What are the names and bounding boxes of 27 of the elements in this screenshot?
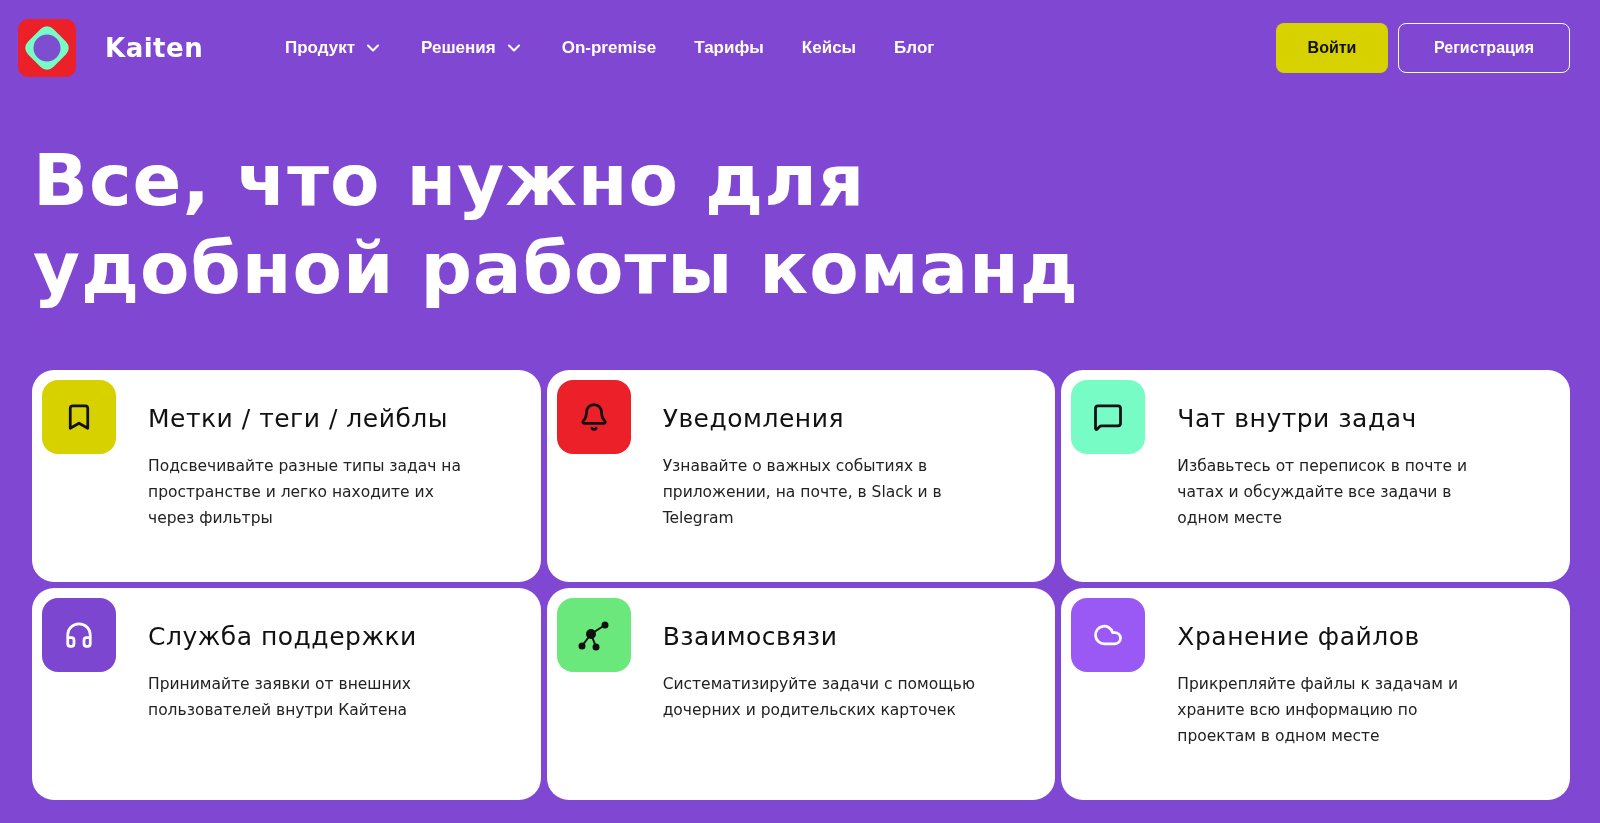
feature-description: Избавьтесь от переписок в почте и чатах и обсуждайте все задачи в одном месте <box>1177 456 1469 529</box>
feature-description: Принимайте заявки от внешних пользователей внутри Кайтена <box>148 674 412 721</box>
hero-title: удобной работы команд <box>33 225 1080 312</box>
login-button[interactable]: Войти <box>1276 23 1388 73</box>
logo-icon[interactable] <box>18 19 76 77</box>
feature-title: Уведомления <box>662 404 845 433</box>
feature-title: Хранение файлов <box>1177 622 1421 651</box>
feature-description: Прикрепляйте файлы к задачам и храните всю информацию по проектам в одном месте <box>1177 674 1460 747</box>
feature-title: Чат внутри задач <box>1177 404 1418 433</box>
feature-description: Узнавайте о важных событиях в приложении, на почте, в Slack и в Telegram <box>662 456 943 529</box>
feature-title: Метки / теги / лейблы <box>148 404 450 433</box>
feature-title: Служба поддержки <box>148 622 418 651</box>
bell-icon <box>578 402 609 432</box>
nav-link[interactable]: Тарифы <box>694 38 764 58</box>
feature-description: Систематизируйте задачи с помощью дочерних и родительских карточек <box>662 674 976 721</box>
nav-link[interactable]: Решения <box>421 38 524 58</box>
nav-link[interactable]: Продукт <box>285 38 384 58</box>
hero-title: Все, что нужно для <box>33 137 867 224</box>
feature-description: Подсвечивайте разные типы задач на пространстве и легко находите их через фильтры <box>148 456 462 529</box>
nav-link[interactable]: Блог <box>894 38 935 58</box>
nav-link[interactable]: On-premise <box>561 38 657 58</box>
feature-title: Взаимосвязи <box>662 622 839 651</box>
logo-text: Kaiten <box>105 33 205 63</box>
nav-link[interactable]: Кейсы <box>801 38 857 58</box>
signup-button[interactable]: Регистрация <box>1398 23 1570 73</box>
chat-icon <box>1093 402 1124 432</box>
headset-icon <box>64 620 94 650</box>
